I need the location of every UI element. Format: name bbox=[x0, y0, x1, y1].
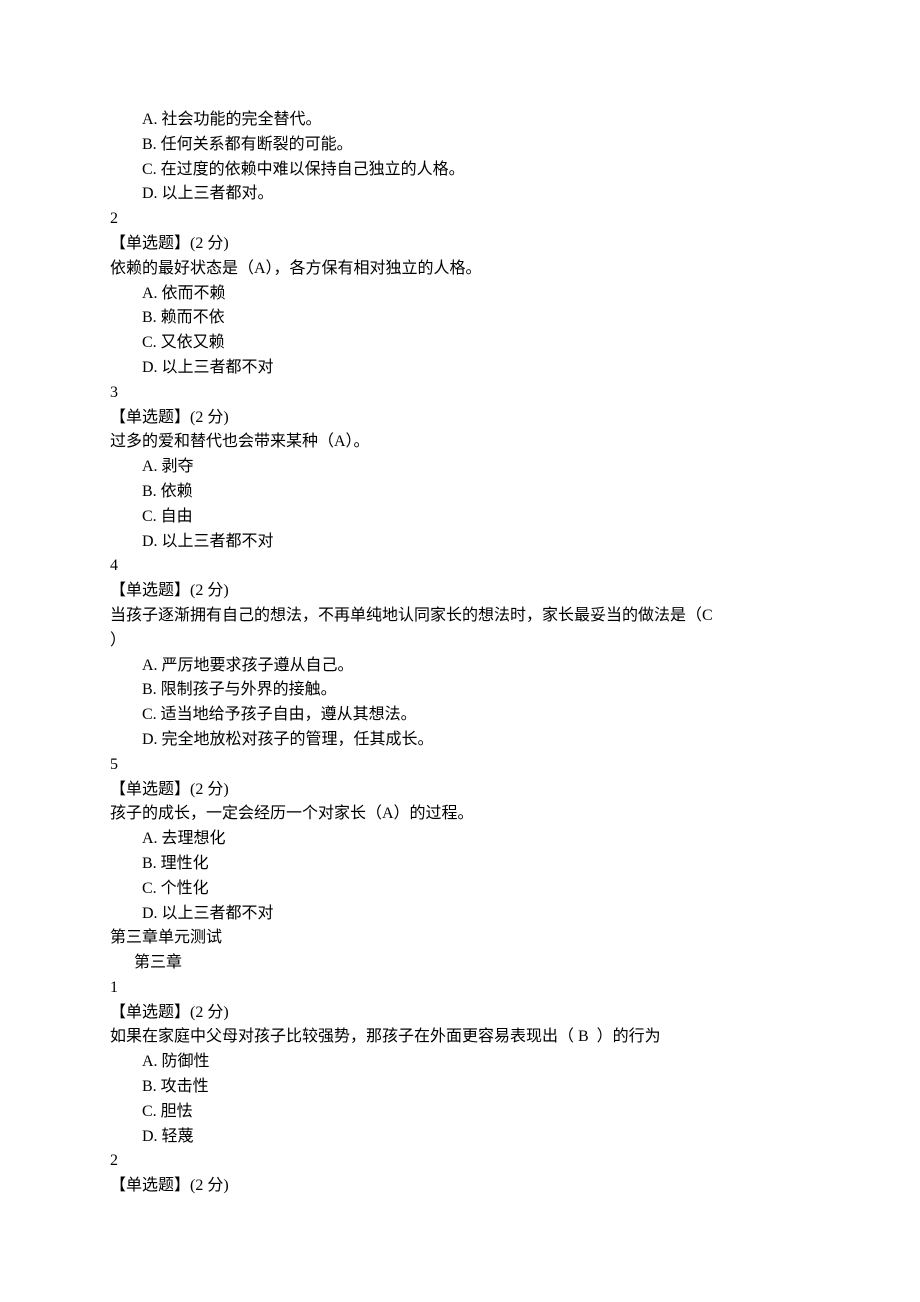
text-line: 【单选题】(2 分) bbox=[110, 778, 810, 803]
text-line: A. 去理想化 bbox=[110, 827, 810, 852]
text-line: 依赖的最好状态是（A），各方保有相对独立的人格。 bbox=[110, 257, 810, 282]
text-line: C. 适当地给予孩子自由，遵从其想法。 bbox=[110, 703, 810, 728]
text-line: C. 个性化 bbox=[110, 877, 810, 902]
text-line: B. 赖而不依 bbox=[110, 306, 810, 331]
text-line: 5 bbox=[110, 753, 810, 778]
text-line: B. 理性化 bbox=[110, 852, 810, 877]
text-line: 如果在家庭中父母对孩子比较强势，那孩子在外面更容易表现出（ B ）的行为 bbox=[110, 1025, 810, 1050]
text-line: A. 依而不赖 bbox=[110, 282, 810, 307]
text-line: D. 完全地放松对孩子的管理，任其成长。 bbox=[110, 728, 810, 753]
text-line: 当孩子逐渐拥有自己的想法，不再单纯地认同家长的想法时，家长最妥当的做法是（C bbox=[110, 604, 810, 629]
text-line: D. 轻蔑 bbox=[110, 1125, 810, 1150]
document-body: A. 社会功能的完全替代。B. 任何关系都有断裂的可能。C. 在过度的依赖中难以… bbox=[110, 108, 810, 1199]
text-line: 过多的爱和替代也会带来某种（A）。 bbox=[110, 430, 810, 455]
text-line: B. 任何关系都有断裂的可能。 bbox=[110, 133, 810, 158]
text-line: 孩子的成长，一定会经历一个对家长（A）的过程。 bbox=[110, 802, 810, 827]
text-line: 【单选题】(2 分) bbox=[110, 1001, 810, 1026]
text-line: 4 bbox=[110, 554, 810, 579]
text-line: A. 剥夺 bbox=[110, 455, 810, 480]
text-line: D. 以上三者都对。 bbox=[110, 182, 810, 207]
text-line: 【单选题】(2 分) bbox=[110, 232, 810, 257]
text-line: A. 社会功能的完全替代。 bbox=[110, 108, 810, 133]
text-line: 【单选题】(2 分) bbox=[110, 579, 810, 604]
text-line: 第三章 bbox=[110, 951, 810, 976]
text-line: C. 又依又赖 bbox=[110, 331, 810, 356]
text-line: 第三章单元测试 bbox=[110, 926, 810, 951]
text-line: 【单选题】(2 分) bbox=[110, 406, 810, 431]
text-line: C. 胆怯 bbox=[110, 1100, 810, 1125]
text-line: B. 依赖 bbox=[110, 480, 810, 505]
document-page: A. 社会功能的完全替代。B. 任何关系都有断裂的可能。C. 在过度的依赖中难以… bbox=[0, 0, 920, 1302]
text-line: C. 自由 bbox=[110, 505, 810, 530]
text-line: B. 限制孩子与外界的接触。 bbox=[110, 678, 810, 703]
text-line: 2 bbox=[110, 207, 810, 232]
text-line: ） bbox=[110, 629, 810, 654]
text-line: 1 bbox=[110, 976, 810, 1001]
text-line: D. 以上三者都不对 bbox=[110, 356, 810, 381]
text-line: 【单选题】(2 分) bbox=[110, 1174, 810, 1199]
text-line: C. 在过度的依赖中难以保持自己独立的人格。 bbox=[110, 158, 810, 183]
text-line: 2 bbox=[110, 1149, 810, 1174]
text-line: A. 防御性 bbox=[110, 1050, 810, 1075]
text-line: B. 攻击性 bbox=[110, 1075, 810, 1100]
text-line: D. 以上三者都不对 bbox=[110, 902, 810, 927]
text-line: A. 严厉地要求孩子遵从自己。 bbox=[110, 654, 810, 679]
text-line: D. 以上三者都不对 bbox=[110, 530, 810, 555]
text-line: 3 bbox=[110, 381, 810, 406]
